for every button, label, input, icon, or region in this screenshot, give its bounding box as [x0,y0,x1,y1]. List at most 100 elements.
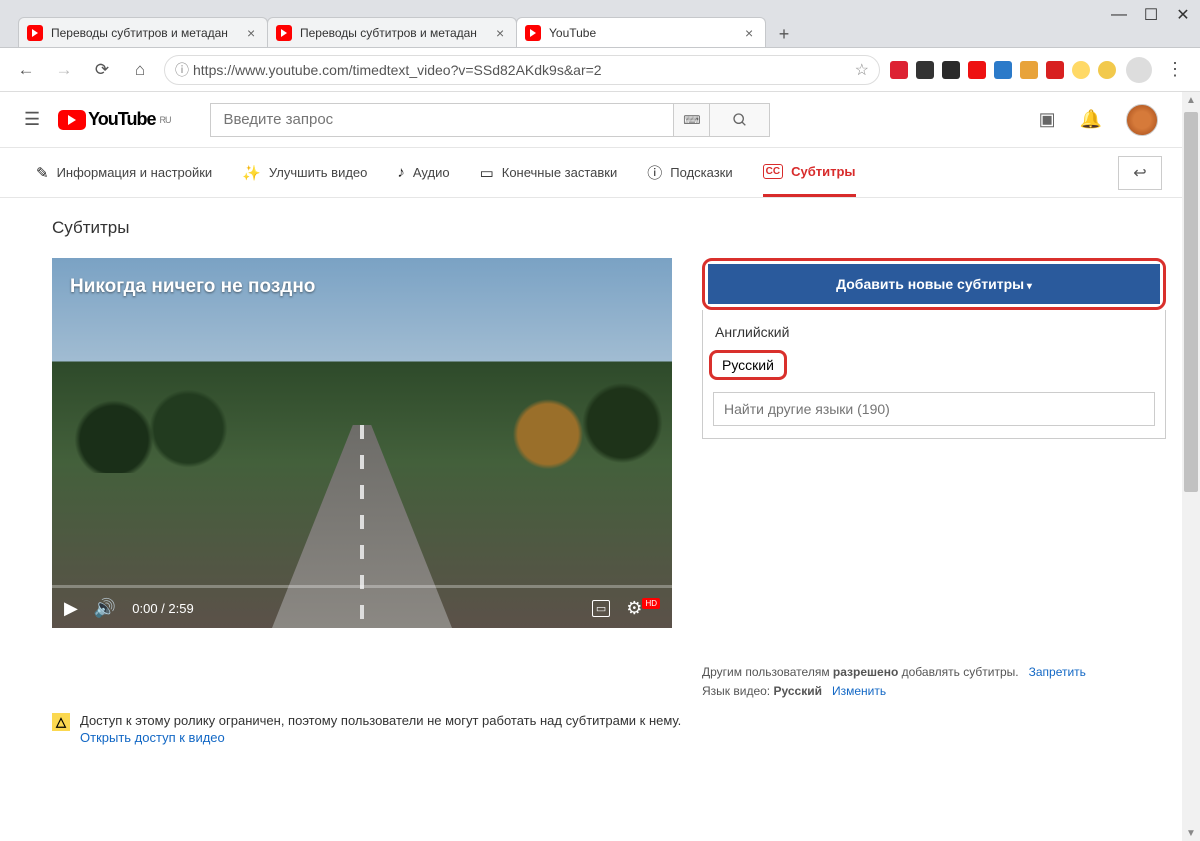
browser-tab[interactable]: Переводы субтитров и метадан × [267,17,517,47]
extension-icon[interactable] [968,61,986,79]
studio-tab-bar: ✎ Информация и настройки ✨ Улучшить виде… [0,148,1182,198]
extension-icon[interactable] [890,61,908,79]
extension-icon[interactable] [916,61,934,79]
change-language-link[interactable]: Изменить [832,684,886,698]
extension-icon[interactable] [1098,61,1116,79]
extension-icon[interactable] [942,61,960,79]
extension-icons [890,61,1116,79]
browser-menu-button[interactable]: ⋮ [1162,59,1188,80]
search-button[interactable] [710,103,770,137]
extension-icon[interactable] [1072,61,1090,79]
extension-icon[interactable] [1020,61,1038,79]
site-info-icon[interactable]: ⓘ [175,60,189,80]
youtube-play-icon [58,110,86,130]
tab-label: Подсказки [670,165,732,180]
disallow-link[interactable]: Запретить [1029,665,1086,679]
warning-text: Доступ к этому ролику ограничен, поэтому… [80,713,681,728]
youtube-favicon-icon [525,25,541,41]
info-circle-icon: ⓘ [647,162,662,183]
browser-tab[interactable]: Переводы субтитров и метадан × [18,17,268,47]
undo-button[interactable]: ↩ [1118,156,1162,190]
video-title-overlay: Никогда ничего не поздно [70,276,315,298]
nav-forward-button[interactable]: → [50,56,78,84]
tab-cards[interactable]: ⓘ Подсказки [647,148,732,197]
tab-info-settings[interactable]: ✎ Информация и настройки [36,148,212,197]
nav-home-button[interactable]: ⌂ [126,56,154,84]
browser-profile-avatar[interactable] [1126,57,1152,83]
music-note-icon: ♪ [397,164,405,181]
maximize-icon[interactable]: ☐ [1144,8,1158,22]
new-tab-button[interactable]: + [771,21,797,47]
player-time: 0:00 / 2:59 [132,601,193,616]
extension-icon[interactable] [1046,61,1064,79]
open-access-link[interactable]: Открыть доступ к видео [80,730,681,745]
bookmark-star-icon[interactable]: ☆ [855,60,869,80]
video-frame-trees [52,362,672,473]
scroll-up-icon[interactable]: ▲ [1182,92,1200,108]
wand-icon: ✨ [242,164,261,182]
user-avatar[interactable] [1126,104,1158,136]
tab-title: Переводы субтитров и метадан [51,26,241,40]
progress-bar[interactable] [52,585,672,588]
access-warning: △ Доступ к этому ролику ограничен, поэто… [0,701,1182,757]
tab-label: Субтитры [791,164,855,179]
browser-tab-active[interactable]: YouTube × [516,17,766,47]
language-search [713,392,1155,426]
upload-video-icon[interactable]: ▣ [1039,109,1056,130]
cc-icon: CC [763,164,783,179]
search-input[interactable] [210,103,674,137]
tab-title: Переводы субтитров и метадан [300,26,490,40]
tab-label: Аудио [413,165,450,180]
tab-label: Улучшить видео [269,165,368,180]
tab-close-icon[interactable]: × [247,25,259,41]
language-option-english[interactable]: Английский [703,316,1165,348]
warning-icon: △ [52,713,70,731]
nav-reload-button[interactable]: ⟳ [88,56,116,84]
tab-close-icon[interactable]: × [496,25,508,41]
endscreen-icon: ▭ [480,164,494,182]
youtube-search: ⌨ [210,103,770,137]
settings-gear-icon[interactable]: ⚙HD [626,598,660,619]
language-option-russian[interactable]: Русский [709,350,787,380]
tab-enhance[interactable]: ✨ Улучшить видео [242,148,367,197]
scrollbar-thumb[interactable] [1184,112,1198,492]
play-button-icon[interactable]: ▶ [64,598,78,619]
keyboard-icon[interactable]: ⌨ [674,103,710,137]
youtube-favicon-icon [276,25,292,41]
page-scrollbar[interactable]: ▲ ▼ [1182,92,1200,841]
pencil-icon: ✎ [36,164,49,182]
browser-toolbar: ← → ⟳ ⌂ ⓘ https://www.youtube.com/timedt… [0,48,1200,92]
tab-label: Информация и настройки [57,165,213,180]
volume-icon[interactable]: 🔊 [94,598,116,619]
notifications-bell-icon[interactable]: 🔔 [1080,109,1102,130]
close-icon[interactable]: ✕ [1176,8,1190,22]
nav-back-button[interactable]: ← [12,56,40,84]
minimize-icon[interactable]: — [1112,8,1126,22]
scroll-down-icon[interactable]: ▼ [1182,825,1200,841]
player-controls: ▶ 🔊 0:00 / 2:59 ▭ ⚙HD [52,588,672,628]
tab-audio[interactable]: ♪ Аудио [397,148,449,197]
header-actions: ▣ 🔔 [1039,104,1158,136]
main-content: Субтитры Никогда ничего не поздно ▶ 🔊 0:… [0,198,1182,701]
captions-icon[interactable]: ▭ [592,600,610,617]
add-subtitles-button[interactable]: Добавить новые субтитры [708,264,1160,304]
extension-icon[interactable] [994,61,1012,79]
hamburger-menu-icon[interactable]: ☰ [24,109,40,130]
subtitle-meta: Другим пользователям разрешено добавлять… [702,649,1166,701]
youtube-logo[interactable]: YouTube RU [58,109,170,130]
youtube-favicon-icon [27,25,43,41]
logo-region: RU [159,115,170,125]
language-search-input[interactable] [713,392,1155,426]
youtube-header: ☰ YouTube RU ⌨ ▣ 🔔 [0,92,1182,148]
logo-text: YouTube [88,109,155,130]
tab-subtitles[interactable]: CC Субтитры [763,148,856,197]
tab-endscreens[interactable]: ▭ Конечные заставки [480,148,618,197]
tab-close-icon[interactable]: × [745,25,757,41]
url-text: https://www.youtube.com/timedtext_video?… [193,62,855,78]
tab-label: Конечные заставки [502,165,618,180]
page-title: Субтитры [52,218,1166,238]
browser-tab-strip: Переводы субтитров и метадан × Переводы … [0,0,1200,48]
address-bar[interactable]: ⓘ https://www.youtube.com/timedtext_vide… [164,55,880,85]
subtitles-panel: Добавить новые субтитры Английский Русск… [702,258,1166,701]
video-player[interactable]: Никогда ничего не поздно ▶ 🔊 0:00 / 2:59… [52,258,672,628]
